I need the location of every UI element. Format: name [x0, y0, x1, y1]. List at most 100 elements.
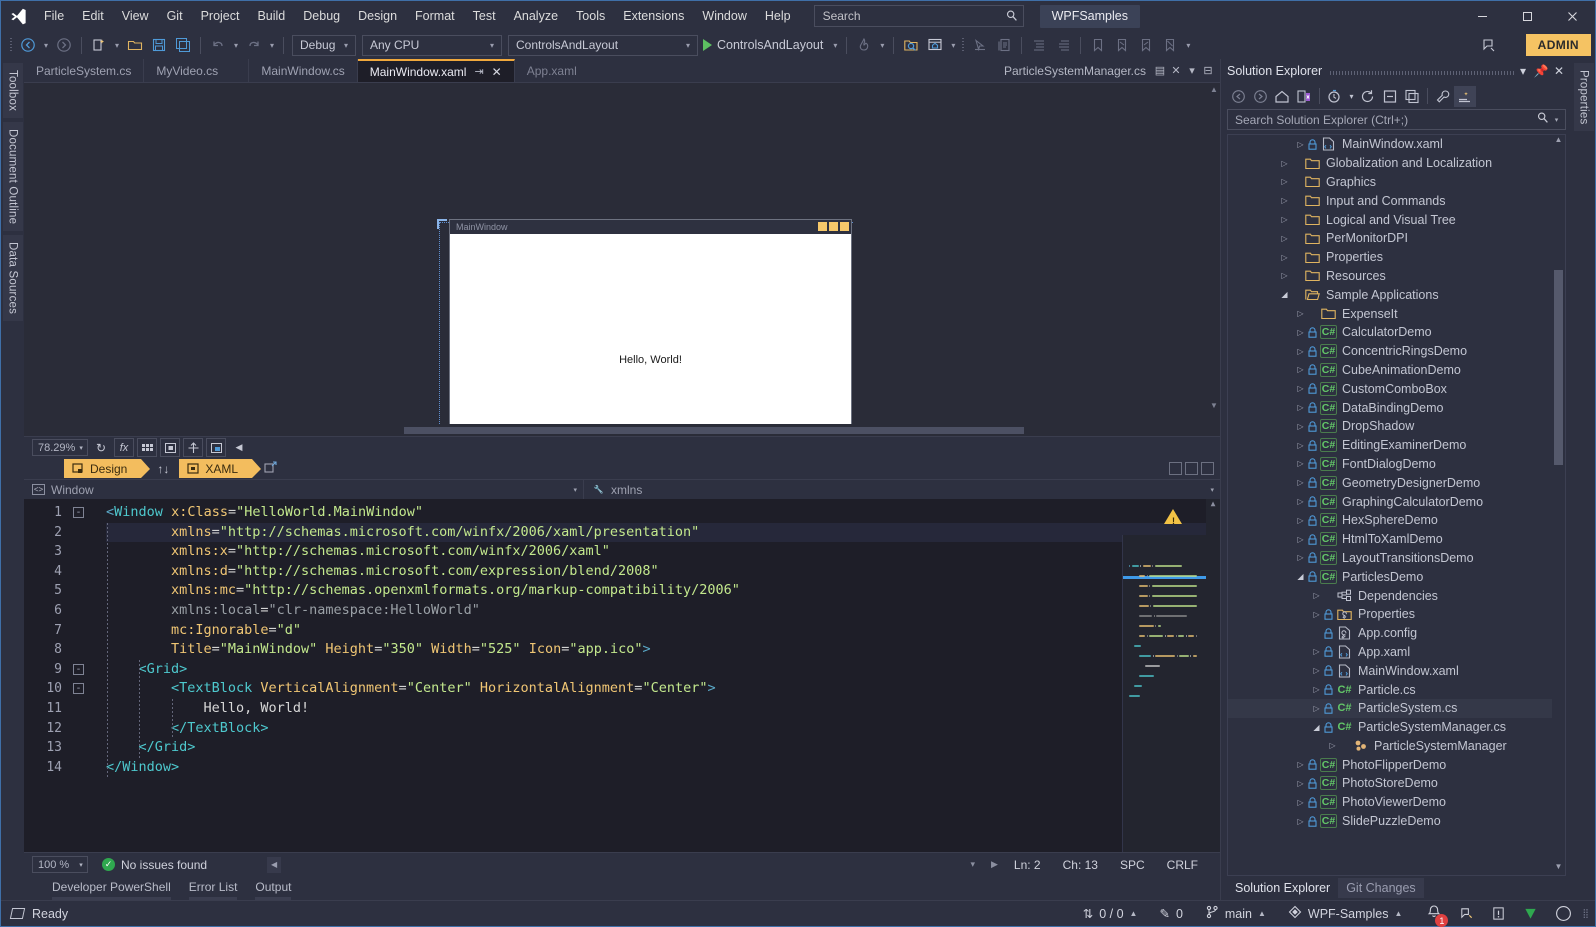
alignment-icon[interactable]: [183, 438, 203, 457]
tree-item-properties[interactable]: ▷ Properties: [1228, 248, 1565, 267]
tree-item-expenseit[interactable]: ▷ ExpenseIt: [1228, 304, 1565, 323]
expander-collapsed-icon[interactable]: ▷: [1311, 610, 1322, 619]
code-line[interactable]: <Grid>: [138, 660, 187, 680]
bottom-tab-error-list[interactable]: Error List: [188, 880, 237, 900]
tree-item-concentricringsdemo[interactable]: ▷ C# ConcentricRingsDemo: [1228, 342, 1565, 361]
document-list-icon[interactable]: ▤: [1152, 64, 1168, 77]
bottom-tab-developer-powershell[interactable]: Developer PowerShell: [52, 880, 171, 900]
expander-collapsed-icon[interactable]: ▷: [1295, 365, 1306, 374]
chevron-down-icon[interactable]: ▾: [1184, 64, 1200, 77]
tree-item-permonitordpi[interactable]: ▷ PerMonitorDPI: [1228, 229, 1565, 248]
expander-collapsed-icon[interactable]: ▷: [1311, 685, 1322, 694]
expander-collapsed-icon[interactable]: ▷: [1295, 328, 1306, 337]
code-line[interactable]: </Window>: [106, 758, 179, 778]
back-dropdown-icon[interactable]: ▾: [40, 34, 52, 56]
designer-hscroll-thumb[interactable]: [404, 427, 1024, 434]
code-line[interactable]: <TextBlock VerticalAlignment="Center" Ho…: [171, 679, 716, 699]
home-icon[interactable]: [1271, 86, 1293, 107]
bottom-tab-output[interactable]: Output: [255, 880, 292, 900]
grid-icon[interactable]: [137, 438, 157, 457]
code-line[interactable]: xmlns:d="http://schemas.microsoft.com/ex…: [171, 562, 659, 582]
show-all-files-icon[interactable]: [1401, 86, 1423, 107]
tab-design[interactable]: Design: [64, 459, 151, 478]
start-debugging-button[interactable]: ControlsAndLayout: [701, 34, 829, 56]
tree-item-dependencies[interactable]: ▷ Dependencies: [1228, 586, 1565, 605]
expander-collapsed-icon[interactable]: ▷: [1311, 591, 1322, 600]
indent-icon[interactable]: [1028, 34, 1050, 56]
expander-collapsed-icon[interactable]: ▷: [1295, 403, 1306, 412]
outdent-icon[interactable]: [1052, 34, 1074, 56]
tree-item-mainwindow-xaml[interactable]: ▷ MainWindow.xaml: [1228, 135, 1565, 154]
tree-item-particlesystemmanager[interactable]: ▷ ParticleSystemManager: [1228, 737, 1565, 756]
menu-item-design[interactable]: Design: [349, 1, 406, 31]
menu-item-analyze[interactable]: Analyze: [505, 1, 567, 31]
document-tab-mainwindow-xaml[interactable]: MainWindow.xaml ⇥ ✕: [357, 59, 515, 82]
tree-item-photoflipperdemo[interactable]: ▷ C# PhotoFlipperDemo: [1228, 755, 1565, 774]
pending-edits[interactable]: ✎ 0: [1159, 906, 1182, 922]
menu-item-help[interactable]: Help: [756, 1, 800, 31]
menu-item-format[interactable]: Format: [406, 1, 464, 31]
issues-label[interactable]: No issues found: [121, 858, 207, 872]
magnifier-icon[interactable]: [1536, 111, 1550, 128]
pin-icon[interactable]: 📌: [1532, 64, 1550, 78]
solution-explorer-search[interactable]: Search Solution Explorer (Ctrl+;) ▾: [1227, 109, 1566, 130]
tree-item-app-xaml[interactable]: ▷ App.xaml: [1228, 643, 1565, 662]
expander-collapsed-icon[interactable]: ▷: [1327, 741, 1338, 750]
navbar-scope-combo[interactable]: <> Window ▾: [24, 479, 584, 500]
pending-changes-dropdown-icon[interactable]: ▾: [1346, 86, 1357, 107]
editor-code-area[interactable]: <Window x:Class="HelloWorld.MainWindow" x…: [106, 499, 1220, 852]
scrollbar-up-icon[interactable]: ▲: [1206, 499, 1220, 513]
solution-tree[interactable]: ▷ MainWindow.xaml ▷ Globalization and Local…: [1227, 134, 1566, 876]
tree-item-graphingcalculatordemo[interactable]: ▷ C# GraphingCalculatorDemo: [1228, 492, 1565, 511]
tree-item-photoviewerdemo[interactable]: ▷ C# PhotoViewerDemo: [1228, 793, 1565, 812]
split-icon[interactable]: ⊟: [1200, 64, 1216, 77]
tree-item-slidepuzzledemo[interactable]: ▷ C# SlidePuzzleDemo: [1228, 812, 1565, 831]
bookmark-icon[interactable]: [1087, 34, 1109, 56]
expander-collapsed-icon[interactable]: ▷: [1295, 798, 1306, 807]
expander-collapsed-icon[interactable]: ▷: [1279, 253, 1290, 262]
feedback-icon[interactable]: [1478, 34, 1500, 56]
window-dropdown-icon[interactable]: ▾: [947, 34, 959, 56]
split-vertical-icon[interactable]: [1169, 462, 1182, 475]
expander-collapsed-icon[interactable]: ▷: [1295, 497, 1306, 506]
navigate-forward-icon[interactable]: [53, 34, 75, 56]
tree-item-fontdialogdemo[interactable]: ▷ C# FontDialogDemo: [1228, 455, 1565, 474]
tree-scroll-down-icon[interactable]: ▼: [1552, 862, 1565, 875]
expander-collapsed-icon[interactable]: ▷: [1295, 384, 1306, 393]
document-tab-myvideo-cs[interactable]: MyVideo.cs: [144, 59, 250, 82]
xaml-code-editor[interactable]: 1-2 3 4 5 6 7 8 9-10-11 12 13 14 <Window x:Class="…: [24, 499, 1220, 852]
pointer-icon[interactable]: [969, 34, 991, 56]
expander-collapsed-icon[interactable]: ▷: [1279, 271, 1290, 280]
pop-out-icon[interactable]: [264, 460, 278, 477]
expander-collapsed-icon[interactable]: ▷: [1295, 779, 1306, 788]
source-control-sync[interactable]: ⇅ 0 / 0 ▲: [1083, 906, 1138, 922]
menu-item-test[interactable]: Test: [464, 1, 505, 31]
tree-item-mainwindow-xaml[interactable]: ▷ MainWindow.xaml: [1228, 661, 1565, 680]
expander-collapsed-icon[interactable]: ▷: [1295, 553, 1306, 562]
collapse-status-icon[interactable]: ◀: [267, 856, 282, 873]
xaml-designer-surface[interactable]: MainWindow Hello, World! ▲ ▼: [24, 82, 1220, 436]
tree-item-particlesdemo[interactable]: ◢ C# ParticlesDemo: [1228, 567, 1565, 586]
tree-scroll-up-icon[interactable]: ▲: [1552, 135, 1565, 148]
expander-collapsed-icon[interactable]: ▷: [1279, 177, 1290, 186]
code-line[interactable]: </TextBlock>: [171, 719, 269, 739]
refresh-icon[interactable]: [1357, 86, 1379, 107]
solution-platform-combo[interactable]: Any CPU ▾: [362, 34, 502, 56]
git-branch[interactable]: main ▲: [1205, 905, 1266, 922]
split-horizontal-icon[interactable]: [1185, 462, 1198, 475]
editor-minimap[interactable]: [1122, 535, 1206, 852]
search-input[interactable]: Search: [813, 5, 1024, 27]
notifications-button[interactable]: 1: [1426, 904, 1449, 927]
status-expander-icon[interactable]: ▾: [970, 859, 975, 870]
bookmark-clear-icon[interactable]: [1159, 34, 1181, 56]
document-tab-particlesystem-cs[interactable]: ParticleSystem.cs: [24, 59, 145, 82]
save-icon[interactable]: [148, 34, 170, 56]
tree-scroll-thumb[interactable]: [1554, 270, 1563, 465]
pin-icon[interactable]: ⇥: [474, 65, 483, 78]
tree-item-htmltoxamldemo[interactable]: ▷ C# HtmlToXamlDemo: [1228, 530, 1565, 549]
comment-icon[interactable]: [993, 34, 1015, 56]
find-in-files-icon[interactable]: [900, 34, 922, 56]
toolbar-grip[interactable]: [7, 36, 16, 54]
minimize-button[interactable]: [1460, 1, 1505, 31]
rail-tab-properties[interactable]: Properties: [1573, 63, 1594, 132]
